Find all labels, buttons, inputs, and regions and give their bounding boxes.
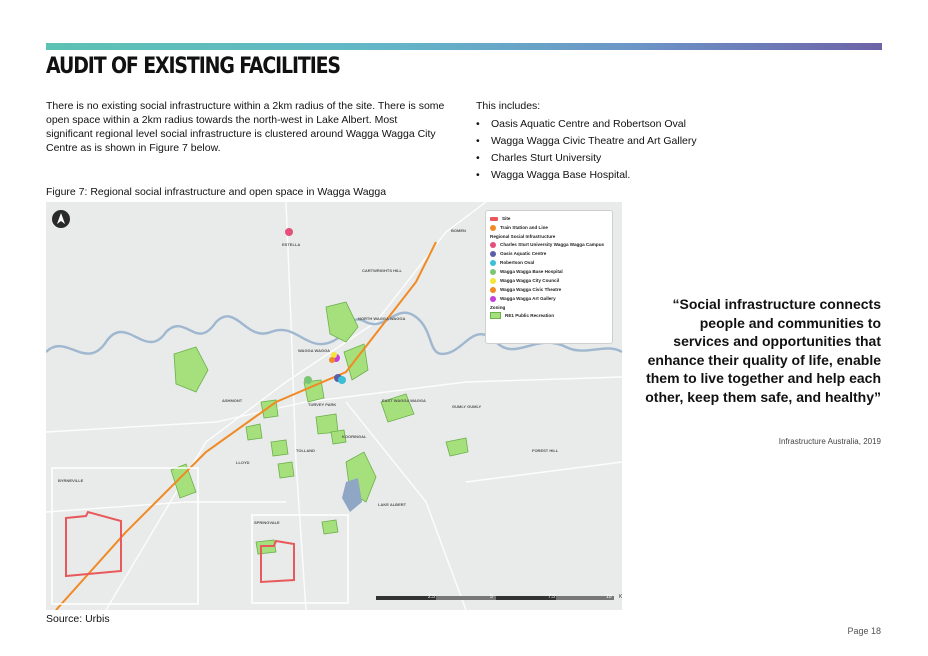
legend-item-site: Site: [490, 214, 608, 223]
legend-item-train: Train Station and Line: [490, 223, 608, 232]
place-label: TOLLAND: [296, 448, 315, 453]
place-label: ASHMONT: [222, 398, 243, 403]
rail-line: [55, 241, 437, 610]
place-label: BYRNEVILLE: [58, 478, 84, 483]
figure-source: Source: Urbis: [46, 613, 110, 625]
pull-quote: “Social infrastructure connects people a…: [645, 296, 881, 405]
place-label: GUMLY GUMLY: [452, 404, 482, 409]
place-label: NORTH WAGGA WAGGA: [358, 316, 406, 321]
scale-unit: KM: [619, 594, 622, 600]
regional-map[interactable]: BOMEN ESTELLA CARTWRIGHTS HILL NORTH WAG…: [46, 202, 622, 610]
map-legend: Site Train Station and Line Regional Soc…: [485, 210, 613, 344]
includes-heading: This includes:: [476, 100, 541, 112]
quote-attribution: Infrastructure Australia, 2019: [778, 437, 881, 446]
marker-base-hospital[interactable]: [304, 376, 312, 384]
scale-label: 2.5: [428, 594, 435, 600]
marker-robertson-oval[interactable]: [338, 376, 346, 384]
place-label: WAGGA WAGGA: [298, 348, 330, 353]
list-item: • Wagga Wagga Civic Theatre and Art Galle…: [476, 135, 697, 147]
marker-dot-icon: [490, 241, 496, 248]
open-space-zones: [170, 301, 469, 555]
marker-dot-icon: [490, 277, 496, 284]
marker-dot-icon: [490, 259, 496, 266]
place-label: CARTWRIGHTS HILL: [362, 268, 403, 273]
header-accent-bar: [46, 43, 882, 50]
legend-item-zoning: RE1 Public Recreation: [490, 311, 608, 320]
marker-dot-icon: [490, 286, 496, 293]
place-label: EAST WAGGA WAGGA: [382, 398, 426, 403]
intro-paragraph: There is no existing social infrastructu…: [46, 100, 445, 154]
marker-dot-icon: [490, 268, 496, 275]
includes-list: • Oasis Aquatic Centre and Robertson Oval…: [476, 116, 697, 184]
list-item: • Oasis Aquatic Centre and Robertson Oval: [476, 118, 686, 130]
marker-dot-icon: [490, 250, 496, 257]
legend-item: Oasis Aquatic Centre: [490, 249, 608, 258]
scale-label: 7.5: [548, 594, 555, 600]
place-label: FOREST HILL: [532, 448, 559, 453]
site-boundary: [65, 510, 122, 578]
site-swatch-icon: [490, 216, 498, 221]
place-label: ESTELLA: [282, 242, 300, 247]
place-label: KOORINGAL: [342, 434, 367, 439]
train-station-icon: [490, 224, 496, 231]
scale-label: 10: [606, 594, 612, 600]
legend-item: Wagga Wagga Base Hospital: [490, 267, 608, 276]
zone-swatch-icon: [490, 312, 501, 319]
figure-caption: Figure 7: Regional social infrastructure…: [46, 186, 387, 198]
place-label: SPRINGVALE: [254, 520, 280, 525]
marker-charles-sturt[interactable]: [285, 228, 293, 236]
north-arrow-icon: [52, 210, 70, 228]
marker-civic-theatre[interactable]: [329, 357, 335, 363]
scale-label: 5: [490, 594, 493, 600]
marker-dot-icon: [490, 295, 496, 302]
legend-heading: Zoning: [490, 304, 506, 310]
place-label: LAKE ALBERT: [378, 502, 407, 507]
list-item: • Charles Sturt University: [476, 152, 602, 164]
legend-item: Wagga Wagga Civic Theatre: [490, 285, 608, 294]
page-title: AUDIT OF EXISTING FACILITIES: [46, 54, 341, 79]
place-label: BOMEN: [451, 228, 466, 233]
inset-box: [51, 467, 199, 605]
legend-item: Robertson Oval: [490, 258, 608, 267]
legend-heading: Regional Social Infrastructure: [490, 233, 556, 239]
legend-item: Wagga Wagga Art Gallery: [490, 294, 608, 303]
legend-item: Wagga Wagga City Council: [490, 276, 608, 285]
place-label: TURVEY PARK: [308, 402, 336, 407]
legend-item: Charles Sturt University Wagga Wagga Cam…: [490, 240, 608, 249]
list-item: • Wagga Wagga Base Hospital.: [476, 169, 631, 181]
place-label: LLOYD: [236, 460, 250, 465]
page-number: Page 18: [847, 626, 881, 636]
scale-bar: 2.5 5 7.5 10 KM: [376, 594, 622, 602]
